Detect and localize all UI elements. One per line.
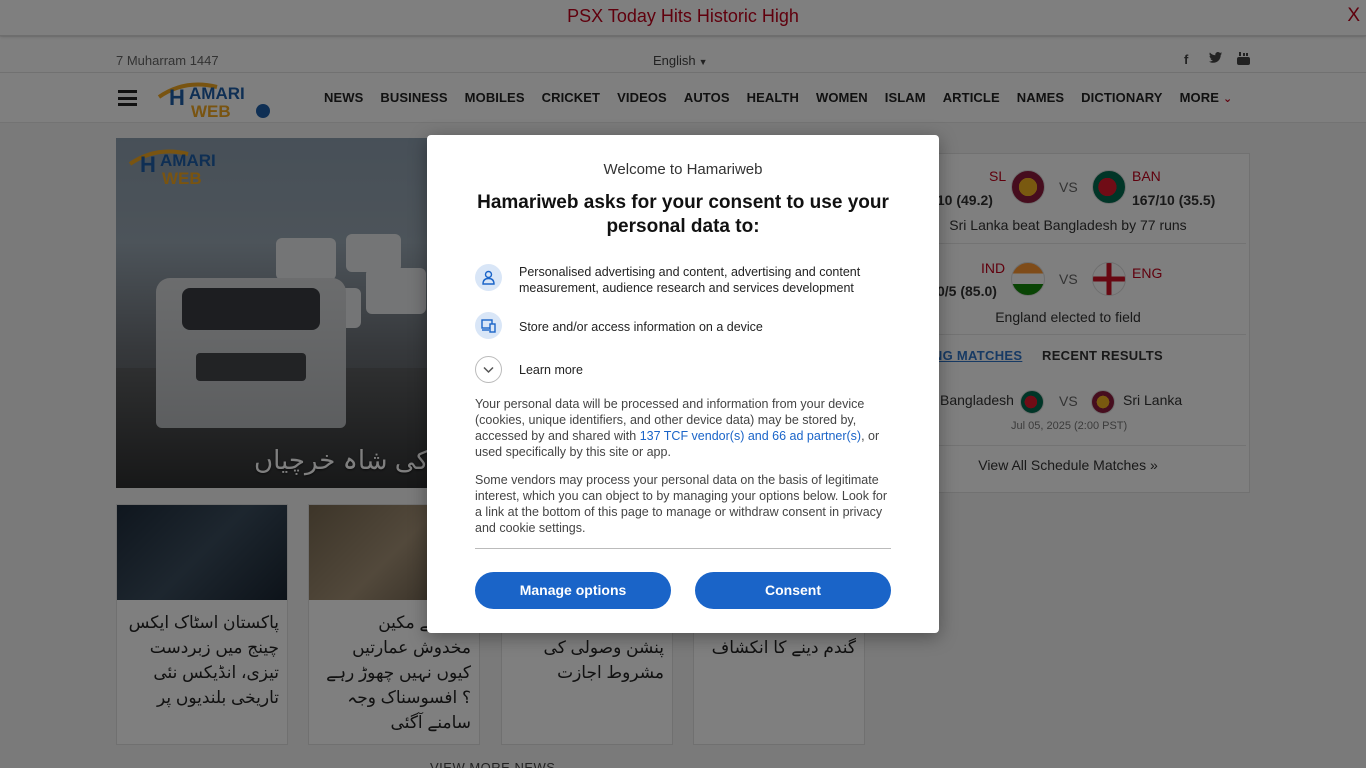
purpose-text: Store and/or access information on a dev… bbox=[519, 320, 763, 334]
dialog-heading: Hamariweb asks for your consent to use y… bbox=[477, 192, 889, 237]
legitimate-interest-paragraph: Some vendors may process your personal d… bbox=[475, 473, 888, 535]
purpose-text: Personalised advertising and content, ad… bbox=[519, 265, 861, 295]
vendors-link[interactable]: 137 TCF vendor(s) and 66 ad partner(s) bbox=[640, 429, 861, 443]
dialog-divider bbox=[475, 548, 891, 549]
learn-more-label[interactable]: Learn more bbox=[519, 362, 891, 378]
consent-dialog: Welcome to Hamariweb Hamariweb asks for … bbox=[427, 135, 939, 633]
dialog-welcome: Welcome to Hamariweb bbox=[603, 161, 763, 178]
devices-icon bbox=[475, 312, 502, 339]
consent-paragraph: Your personal data will be processed and… bbox=[475, 396, 891, 460]
chevron-down-icon[interactable] bbox=[475, 356, 502, 383]
person-icon bbox=[475, 264, 502, 291]
consent-button[interactable]: Consent bbox=[695, 572, 891, 609]
manage-options-button[interactable]: Manage options bbox=[475, 572, 671, 609]
